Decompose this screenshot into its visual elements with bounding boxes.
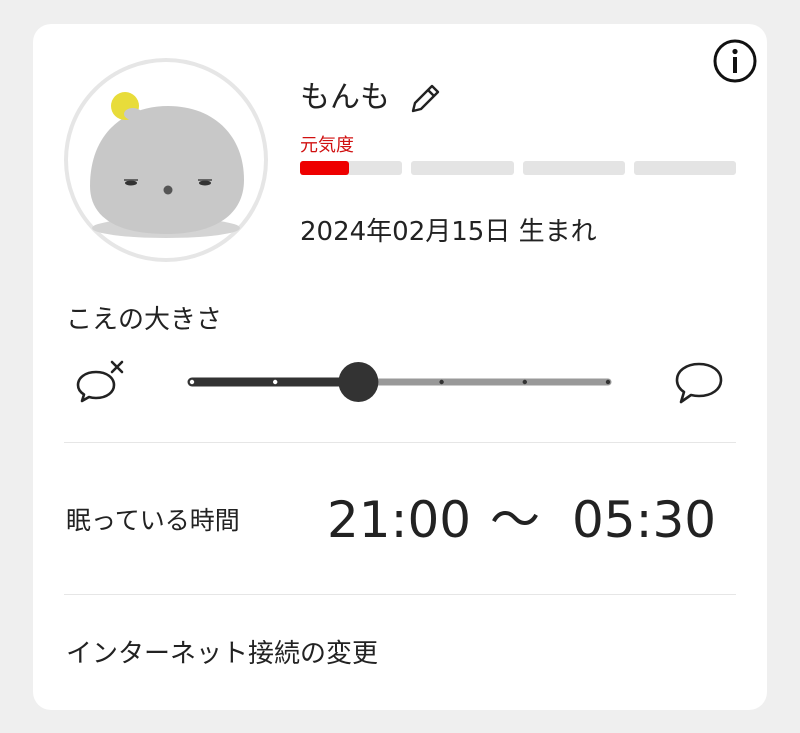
avatar-character-image [90, 92, 244, 238]
birth-date: 2024年02月15日 生まれ [300, 217, 597, 247]
slider-step-tick [522, 379, 527, 385]
energy-segment [522, 161, 625, 175]
slider-step-tick [273, 379, 278, 385]
speech-bubble-muted-icon[interactable] [74, 358, 128, 408]
sleep-end-time[interactable]: 05:30 [572, 488, 716, 552]
sleep-start-time[interactable]: 21:00 [327, 488, 471, 552]
energy-label: 元気度 [300, 135, 354, 156]
slider-step-tick [439, 379, 444, 385]
energy-segment [633, 161, 736, 175]
energy-meter [300, 161, 736, 175]
avatar[interactable] [64, 58, 268, 262]
energy-segment [300, 161, 403, 175]
info-icon[interactable] [712, 38, 758, 84]
divider [64, 442, 736, 443]
pencil-icon[interactable] [408, 82, 442, 116]
volume-label: こえの大きさ [66, 305, 223, 335]
pet-name: もんも [300, 80, 390, 115]
slider-thumb[interactable] [338, 362, 379, 402]
slider-step-tick [605, 379, 611, 385]
time-range-separator: ～ [490, 491, 540, 549]
speech-bubble-icon[interactable] [674, 358, 724, 408]
internet-connection-change-link[interactable]: インターネット接続の変更 [66, 636, 378, 672]
slider-step-tick [189, 379, 195, 385]
energy-fill [300, 161, 350, 175]
volume-slider[interactable] [186, 356, 614, 408]
sleep-time-label: 眠っている時間 [66, 506, 240, 535]
energy-segment [411, 161, 514, 175]
divider [64, 594, 736, 595]
